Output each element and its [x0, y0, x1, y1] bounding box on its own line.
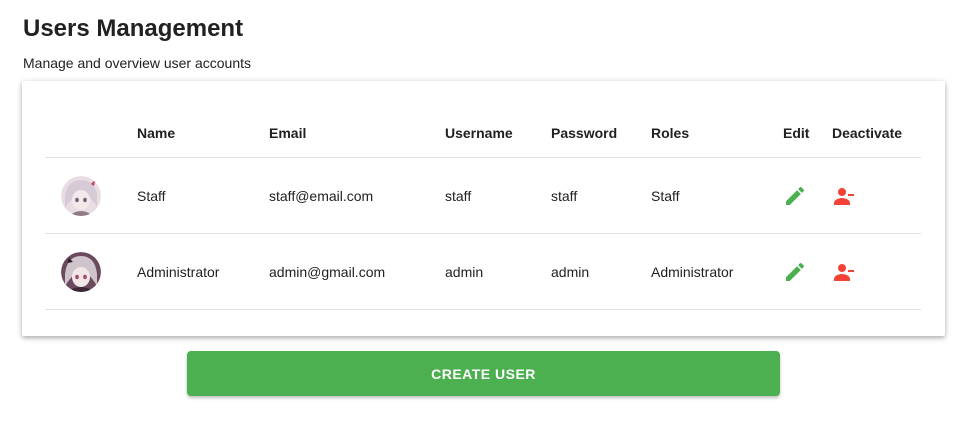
person-remove-icon	[834, 263, 854, 281]
cell-deactivate	[832, 157, 921, 234]
table-header-row: Name Email Username Password Roles Edit …	[45, 109, 921, 158]
page-subtitle: Manage and overview user accounts	[23, 55, 252, 71]
users-table: Name Email Username Password Roles Edit …	[45, 109, 921, 310]
table-row: Administrator admin@gmail.com admin admi…	[45, 233, 921, 310]
column-header-name: Name	[137, 109, 269, 158]
column-header-password: Password	[551, 109, 651, 158]
page-title: Users Management	[23, 15, 244, 42]
edit-user-button[interactable]	[783, 260, 807, 284]
cell-deactivate	[832, 233, 921, 310]
column-header-deactivate: Deactivate	[832, 109, 921, 158]
cell-password: staff	[551, 157, 651, 234]
cell-email: admin@gmail.com	[269, 233, 445, 310]
avatar	[61, 251, 101, 292]
users-card: Name Email Username Password Roles Edit …	[22, 81, 945, 336]
avatar-cell	[45, 233, 137, 310]
cell-name: Staff	[137, 157, 269, 234]
edit-user-button[interactable]	[783, 184, 807, 208]
column-header-email: Email	[269, 109, 445, 158]
pencil-icon	[786, 186, 805, 205]
column-header-username: Username	[445, 109, 551, 158]
cell-username: staff	[445, 157, 551, 234]
cell-edit	[783, 233, 832, 310]
deactivate-user-button[interactable]	[832, 184, 856, 208]
avatar	[61, 175, 101, 216]
pencil-icon	[786, 262, 805, 281]
table-row: Staff staff@email.com staff staff Staff	[45, 157, 921, 234]
deactivate-user-button[interactable]	[832, 260, 856, 284]
cell-email: staff@email.com	[269, 157, 445, 234]
cell-username: admin	[445, 233, 551, 310]
person-remove-icon	[834, 187, 854, 205]
cell-roles: Staff	[651, 157, 783, 234]
cell-name: Administrator	[137, 233, 269, 310]
column-header-edit: Edit	[783, 109, 832, 158]
cell-password: admin	[551, 233, 651, 310]
avatar-cell	[45, 157, 137, 234]
cell-roles: Administrator	[651, 233, 783, 310]
create-user-button[interactable]: Create User	[187, 351, 780, 396]
column-header-avatar	[45, 109, 137, 158]
column-header-roles: Roles	[651, 109, 783, 158]
cell-edit	[783, 157, 832, 234]
